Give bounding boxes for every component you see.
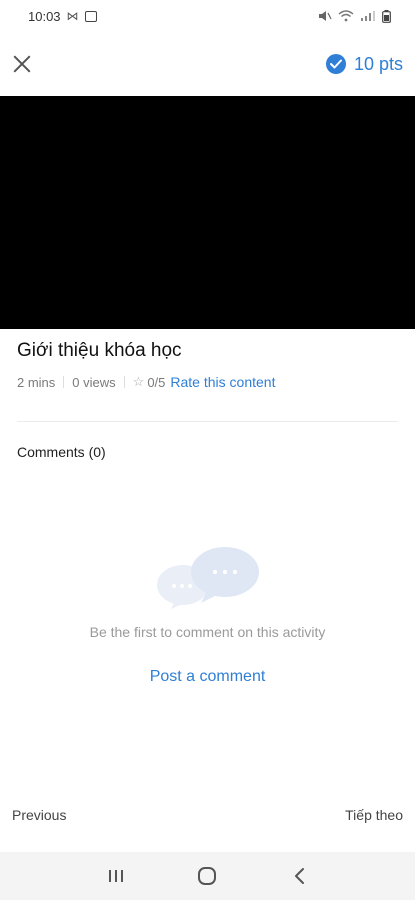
recent-apps-button[interactable] xyxy=(96,856,136,896)
mute-icon xyxy=(319,11,332,21)
points-badge[interactable]: 10 pts xyxy=(325,53,403,75)
status-right xyxy=(318,9,391,23)
mail-icon: ⋈ xyxy=(66,9,79,23)
signal-icon xyxy=(361,11,375,21)
section-divider xyxy=(17,421,398,422)
home-button[interactable] xyxy=(187,856,227,896)
rating-value: 0/5 xyxy=(147,374,166,390)
previous-button[interactable]: Previous xyxy=(12,807,66,823)
lesson-navigation: Previous Tiếp theo xyxy=(0,800,415,830)
wifi-icon xyxy=(338,10,354,22)
recent-apps-icon xyxy=(108,870,123,882)
content-title: Giới thiệu khóa học xyxy=(17,340,182,361)
app-bar: 10 pts xyxy=(0,32,415,96)
status-bar: 10:03 ⋈ xyxy=(0,0,415,32)
video-player[interactable] xyxy=(0,96,415,329)
system-navigation-bar xyxy=(0,852,415,900)
status-time: 10:03 xyxy=(28,8,61,24)
star-icon: ☆ xyxy=(132,374,145,389)
chat-bubbles-icon xyxy=(157,547,259,609)
meta-divider xyxy=(63,376,65,388)
check-circle-icon xyxy=(325,54,346,74)
status-left: 10:03 ⋈ xyxy=(28,9,97,24)
post-comment-link[interactable]: Post a comment xyxy=(150,668,266,685)
points-label: 10 pts xyxy=(353,53,403,74)
duration: 2 mins xyxy=(17,374,56,390)
notification-icon xyxy=(84,10,97,22)
rate-content-link[interactable]: Rate this content xyxy=(170,374,275,390)
back-icon xyxy=(295,868,305,884)
empty-comments-text: Be the first to comment on this activity xyxy=(89,624,326,640)
back-button[interactable] xyxy=(279,856,319,896)
next-button[interactable]: Tiếp theo xyxy=(345,807,403,823)
view-count: 0 views xyxy=(72,374,116,390)
close-button[interactable] xyxy=(10,52,34,76)
home-icon xyxy=(198,867,217,885)
comments-header: Comments (0) xyxy=(17,444,106,460)
meta-divider xyxy=(123,376,125,388)
battery-icon xyxy=(382,9,391,23)
post-comment-row: Post a comment xyxy=(0,668,415,686)
content-meta: 2 mins 0 views ☆ 0/5 Rate this content xyxy=(17,374,275,390)
